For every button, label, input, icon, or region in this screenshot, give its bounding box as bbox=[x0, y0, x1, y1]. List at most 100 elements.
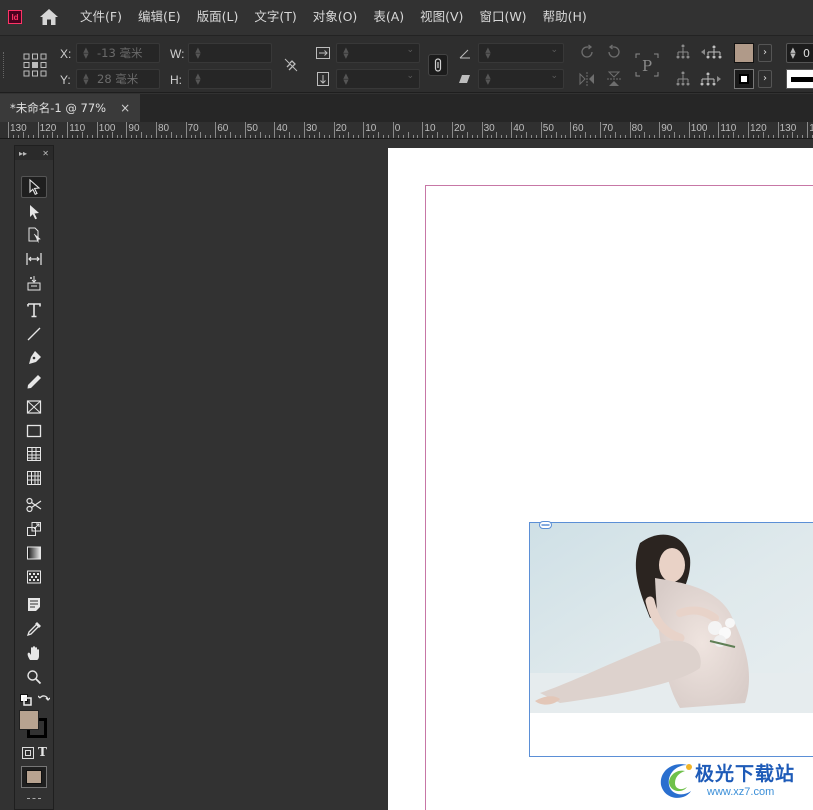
formatting-affects-text-icon[interactable]: T bbox=[38, 745, 47, 759]
hand-tool-icon[interactable] bbox=[21, 642, 47, 664]
menu-edit[interactable]: 编辑(E) bbox=[130, 0, 189, 34]
shear-spinner-icon[interactable]: ▲ ▼ bbox=[483, 73, 493, 86]
ruler-minor-tick bbox=[121, 135, 123, 138]
note-tool-icon[interactable] bbox=[21, 593, 47, 615]
frame-link-icon[interactable] bbox=[539, 518, 552, 529]
ruler-minor-tick bbox=[146, 135, 148, 138]
close-panel-icon[interactable]: ✕ bbox=[42, 149, 49, 158]
screen-mode-icon[interactable] bbox=[27, 798, 41, 808]
horizontal-ruler[interactable]: 130 120 110 100 90 80 70 60 50 40 30 20 10 0 10 20 30 40 5… bbox=[0, 122, 813, 139]
ruler-minor-tick bbox=[259, 132, 261, 138]
fill-dropdown-icon[interactable]: › bbox=[758, 44, 772, 62]
home-icon[interactable] bbox=[38, 6, 60, 28]
ruler-label: 0 bbox=[394, 123, 401, 134]
ruler-minor-tick bbox=[254, 135, 256, 138]
gradient-swatch-tool-icon[interactable] bbox=[21, 542, 47, 564]
collapse-panel-icon[interactable]: ▸▸ bbox=[19, 149, 27, 158]
rotate-dropdown-icon[interactable]: ⌄ bbox=[550, 45, 558, 55]
shear-dropdown-icon[interactable]: ⌄ bbox=[550, 71, 558, 81]
eyedropper-tool-icon[interactable] bbox=[21, 618, 47, 640]
pen-tool-icon[interactable] bbox=[21, 347, 47, 369]
menu-view[interactable]: 视图(V) bbox=[412, 0, 471, 34]
content-collector-tool-icon[interactable] bbox=[21, 272, 47, 294]
scale-y-spinner-icon[interactable]: ▲ ▼ bbox=[341, 73, 351, 86]
pencil-tool-icon[interactable] bbox=[21, 371, 47, 393]
stroke-type-selector[interactable] bbox=[786, 69, 813, 89]
shear-angle-field[interactable]: ▲ ▼ ⌄ bbox=[478, 69, 564, 89]
formatting-affects-container-icon[interactable] bbox=[22, 747, 34, 759]
w-spinner-icon[interactable]: ▲ ▼ bbox=[193, 47, 203, 60]
ruler-label: 10 bbox=[424, 123, 436, 134]
rotate-spinner-icon[interactable]: ▲ ▼ bbox=[483, 47, 493, 60]
select-next-object-icon[interactable] bbox=[700, 70, 722, 88]
rectangle-frame-tool-icon[interactable] bbox=[21, 396, 47, 418]
menu-file[interactable]: 文件(F) bbox=[72, 0, 130, 34]
menu-table[interactable]: 表(A) bbox=[365, 0, 412, 34]
image-frame[interactable] bbox=[529, 522, 813, 757]
menu-layout[interactable]: 版面(L) bbox=[189, 0, 247, 34]
menu-help[interactable]: 帮助(H) bbox=[535, 0, 595, 34]
gradient-feather-tool-icon[interactable] bbox=[21, 566, 47, 588]
swap-fill-stroke-icon[interactable] bbox=[37, 694, 51, 706]
ruler-major-tick bbox=[333, 122, 335, 138]
stroke-swatch[interactable] bbox=[734, 69, 754, 89]
stroke-weight-spinner-icon[interactable]: ▲ ▼ bbox=[787, 47, 799, 60]
apply-color-button[interactable] bbox=[21, 766, 47, 788]
ruler-minor-tick bbox=[669, 135, 671, 138]
y-position-field[interactable]: ▲ ▼ 28 毫米 bbox=[76, 69, 160, 89]
line-tool-icon[interactable] bbox=[21, 323, 47, 345]
y-spinner-icon[interactable]: ▲ ▼ bbox=[81, 73, 91, 86]
vertical-grid-tool-icon[interactable] bbox=[21, 467, 47, 489]
ruler-label: 140 bbox=[809, 123, 813, 134]
x-position-field[interactable]: ▲ ▼ -13 毫米 bbox=[76, 43, 160, 63]
panel-grip-icon[interactable] bbox=[3, 52, 6, 78]
menu-object[interactable]: 对象(O) bbox=[305, 0, 366, 34]
x-spinner-icon[interactable]: ▲ ▼ bbox=[81, 47, 91, 60]
constrain-scale-icon[interactable] bbox=[428, 54, 448, 76]
direct-selection-tool-icon[interactable] bbox=[21, 201, 47, 223]
menu-window[interactable]: 窗口(W) bbox=[471, 0, 534, 34]
rotate-clockwise-icon[interactable] bbox=[578, 43, 596, 61]
ruler-major-tick bbox=[304, 122, 305, 138]
document-tab[interactable]: *未命名-1 @ 77% × bbox=[0, 94, 140, 122]
ruler-minor-tick bbox=[698, 135, 700, 138]
scale-x-field[interactable]: ▲ ▼ ⌄ bbox=[336, 43, 420, 63]
fill-swatch[interactable] bbox=[734, 43, 754, 63]
scale-x-spinner-icon[interactable]: ▲ ▼ bbox=[341, 47, 351, 60]
constrain-proportions-icon[interactable] bbox=[282, 56, 300, 74]
ruler-minor-tick bbox=[230, 132, 231, 138]
tools-panel-header[interactable]: ▸▸ ✕ bbox=[15, 146, 53, 160]
menu-type[interactable]: 文字(T) bbox=[246, 0, 304, 34]
default-fill-stroke-icon[interactable] bbox=[20, 694, 32, 706]
rotate-counterclockwise-icon[interactable] bbox=[605, 43, 623, 61]
width-field[interactable]: ▲ ▼ bbox=[188, 43, 272, 63]
stroke-weight-field[interactable]: ▲ ▼ 0 bbox=[786, 43, 813, 63]
gap-tool-icon[interactable] bbox=[21, 248, 47, 270]
reference-point-icon[interactable] bbox=[22, 52, 48, 78]
type-tool-icon[interactable] bbox=[21, 299, 47, 321]
zoom-tool-icon[interactable] bbox=[21, 666, 47, 688]
scale-y-dropdown-icon[interactable]: ⌄ bbox=[406, 71, 414, 81]
select-content-icon[interactable] bbox=[674, 70, 692, 88]
flip-vertical-icon[interactable] bbox=[605, 70, 623, 88]
scale-x-dropdown-icon[interactable]: ⌄ bbox=[406, 45, 414, 55]
stroke-dropdown-icon[interactable]: › bbox=[758, 70, 772, 88]
ruler-minor-tick bbox=[797, 135, 799, 138]
scale-y-field[interactable]: ▲ ▼ ⌄ bbox=[336, 69, 420, 89]
h-spinner-icon[interactable]: ▲ ▼ bbox=[193, 73, 203, 86]
horizontal-grid-tool-icon[interactable] bbox=[21, 443, 47, 465]
select-container-icon[interactable] bbox=[674, 43, 692, 61]
scale-y-icon bbox=[314, 70, 332, 88]
select-previous-object-icon[interactable] bbox=[700, 43, 722, 61]
free-transform-tool-icon[interactable] bbox=[21, 518, 47, 540]
flip-horizontal-icon[interactable] bbox=[578, 70, 596, 88]
selection-tool-icon[interactable] bbox=[21, 176, 47, 198]
close-tab-icon[interactable]: × bbox=[120, 101, 130, 115]
placed-photo[interactable] bbox=[530, 523, 813, 713]
scissors-tool-icon[interactable] bbox=[21, 494, 47, 516]
fill-color-swatch[interactable] bbox=[19, 710, 39, 730]
page-tool-icon[interactable] bbox=[21, 224, 47, 246]
height-field[interactable]: ▲ ▼ bbox=[188, 69, 272, 89]
rotate-angle-field[interactable]: ▲ ▼ ⌄ bbox=[478, 43, 564, 63]
rectangle-tool-icon[interactable] bbox=[21, 420, 47, 442]
